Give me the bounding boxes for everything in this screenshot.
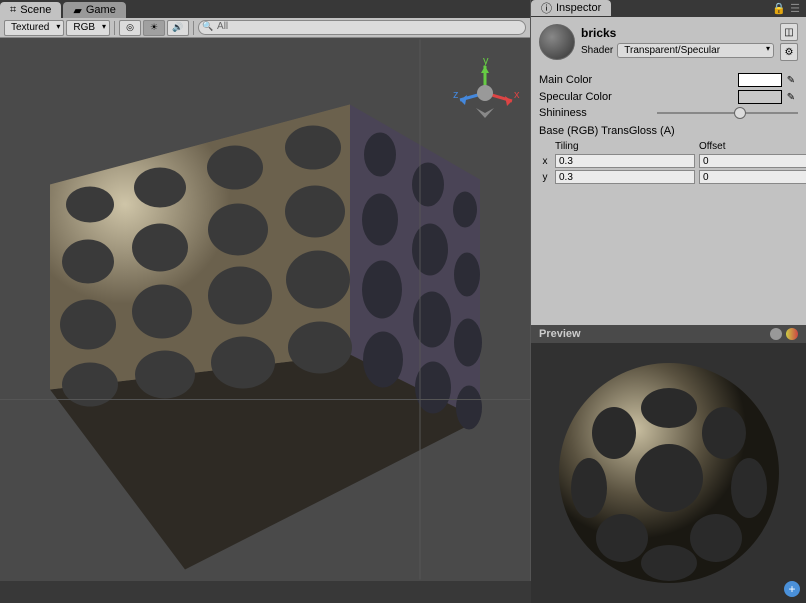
tiling-x-input[interactable]	[555, 154, 695, 168]
main-color-swatch[interactable]	[738, 73, 782, 87]
tab-game-label: Game	[86, 4, 116, 16]
tab-inspector[interactable]: ⓘ Inspector	[531, 0, 611, 16]
svg-text:y: y	[483, 58, 489, 67]
svg-text:z: z	[453, 89, 459, 101]
offset-header: Offset	[699, 141, 806, 152]
specular-color-label: Specular Color	[539, 91, 738, 103]
material-name: bricks	[581, 26, 774, 40]
inspector-icon: ⓘ	[541, 0, 552, 16]
axis-x-label: x	[539, 156, 551, 167]
base-texture-label: Base (RGB) TransGloss (A)	[539, 125, 798, 137]
tiling-header: Tiling	[555, 141, 695, 152]
preview-light-icon[interactable]	[786, 328, 798, 340]
preview-header: Preview	[531, 325, 806, 343]
tab-game[interactable]: ▰ Game	[63, 2, 125, 18]
search-input[interactable]: All	[198, 20, 526, 35]
main-color-eyedropper[interactable]: ✎	[784, 73, 798, 87]
menu-icon[interactable]: ☰	[790, 2, 800, 15]
material-preview-ball	[539, 24, 575, 60]
tab-inspector-label: Inspector	[556, 2, 601, 14]
settings-icon[interactable]: ⚙	[780, 43, 798, 61]
axis-y-label: y	[539, 172, 551, 183]
orientation-gizmo[interactable]: x y z	[450, 58, 520, 128]
specular-color-eyedropper[interactable]: ✎	[784, 90, 798, 104]
shininess-label: Shininess	[539, 107, 657, 119]
add-button[interactable]: +	[784, 581, 800, 597]
material-properties: Main Color ✎ Specular Color ✎ Shininess …	[531, 67, 806, 205]
help-icon[interactable]: ◫	[780, 23, 798, 41]
skybox-toggle[interactable]: ◎	[119, 20, 141, 36]
scene-viewport[interactable]: x y z	[0, 38, 530, 581]
material-header: bricks Shader Transparent/Specular ◫ ⚙	[531, 17, 806, 67]
svg-text:x: x	[514, 89, 520, 101]
offset-x-input[interactable]	[699, 154, 806, 168]
preview-label: Preview	[539, 328, 581, 340]
shading-dropdown[interactable]: Textured	[4, 20, 64, 36]
slider-thumb[interactable]	[734, 107, 746, 119]
lock-icon[interactable]: 🔒	[772, 2, 786, 15]
offset-y-input[interactable]	[699, 170, 806, 184]
tiling-y-input[interactable]	[555, 170, 695, 184]
specular-color-swatch[interactable]	[738, 90, 782, 104]
shader-label: Shader	[581, 45, 613, 56]
divider	[193, 21, 194, 35]
scene-toolbar: Textured RGB ◎ ☀ 🔊 All	[0, 18, 530, 38]
divider	[114, 21, 115, 35]
tab-scene-label: Scene	[20, 4, 51, 16]
rendermode-dropdown[interactable]: RGB	[66, 20, 110, 36]
preview-viewport[interactable]: +	[531, 343, 806, 603]
tab-scene[interactable]: ⌗ Scene	[0, 2, 61, 18]
preview-sphere-icon[interactable]	[770, 328, 782, 340]
shader-dropdown[interactable]: Transparent/Specular	[617, 43, 774, 58]
game-icon: ▰	[73, 4, 81, 17]
scene-tab-bar: ⌗ Scene ▰ Game	[0, 0, 530, 18]
main-color-label: Main Color	[539, 74, 738, 86]
lighting-toggle[interactable]: ☀	[143, 20, 165, 36]
shininess-slider[interactable]	[657, 112, 798, 114]
preview-sphere	[554, 343, 784, 603]
scene-icon: ⌗	[10, 4, 16, 17]
inspector-tab-bar: ⓘ Inspector 🔒 ☰	[531, 0, 806, 17]
audio-toggle[interactable]: 🔊	[167, 20, 189, 36]
